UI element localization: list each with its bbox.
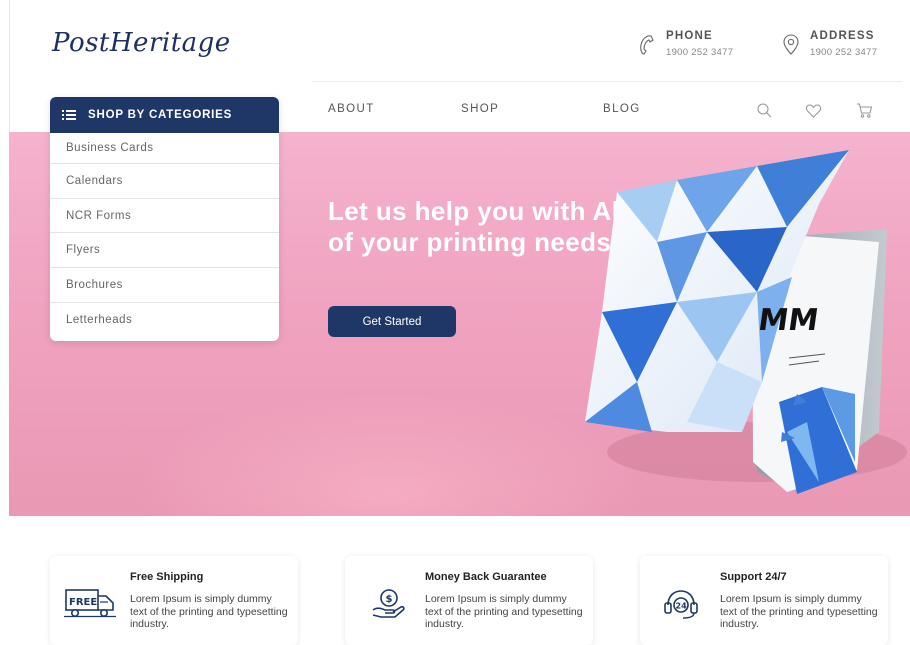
feature-title: Support 24/7 [720,571,787,583]
nav-divider [312,81,902,82]
feature-description: Lorem Ipsum is simply dummy text of the … [720,593,878,630]
category-calendars[interactable]: Calendars [50,164,279,199]
category-letterheads[interactable]: Letterheads [50,303,279,338]
nav-blog[interactable]: BLOG [603,103,641,115]
site-logo[interactable]: PostHeritage [52,28,231,58]
brochure-letters: MM [756,303,821,338]
category-brochures[interactable]: Brochures [50,268,279,303]
categories-panel: SHOP BY CATEGORIES Business Cards Calend… [50,97,279,341]
feature-title: Money Back Guarantee [425,571,547,583]
feature-support: 24 Support 24/7 Lorem Ipsum is simply du… [640,556,888,645]
truck-text: FREE [69,597,97,608]
categories-header[interactable]: SHOP BY CATEGORIES [50,97,279,133]
brochure-image: MM [585,150,907,494]
free-shipping-truck-icon: FREE [64,589,116,618]
categories-header-label: SHOP BY CATEGORIES [88,109,233,121]
nav-shop[interactable]: SHOP [461,103,499,115]
menu-icon [62,110,76,120]
location-pin-icon [783,34,799,55]
phone-label: PHONE [666,30,713,42]
heart-icon[interactable] [805,102,822,119]
contact-phone: PHONE 1900 252 3477 [637,30,733,58]
contact-address: ADDRESS 1900 252 3477 [781,30,877,58]
page-left-border [9,0,10,132]
search-icon[interactable] [756,102,773,119]
svg-text:$: $ [386,594,393,605]
support-headset-icon: 24 [664,590,698,619]
feature-money-back: $ Money Back Guarantee Lorem Ipsum is si… [345,556,593,645]
get-started-button[interactable]: Get Started [328,306,456,337]
category-flyers[interactable]: Flyers [50,233,279,269]
category-business-cards[interactable]: Business Cards [50,133,279,164]
address-value: 1900 252 3477 [810,47,878,58]
address-label: ADDRESS [810,30,875,42]
phone-value[interactable]: 1900 252 3477 [666,47,733,58]
cart-icon[interactable] [856,102,873,119]
feature-description: Lorem Ipsum is simply dummy text of the … [130,593,288,630]
feature-title: Free Shipping [130,571,204,583]
support-24-text: 24 [676,602,688,611]
money-back-hand-icon: $ [372,589,405,618]
feature-free-shipping: FREE Free Shipping Lorem Ipsum is simply… [50,556,298,645]
feature-description: Lorem Ipsum is simply dummy text of the … [425,593,583,630]
nav-about[interactable]: ABOUT [328,103,375,115]
phone-icon [640,35,654,55]
category-ncr-forms[interactable]: NCR Forms [50,199,279,234]
